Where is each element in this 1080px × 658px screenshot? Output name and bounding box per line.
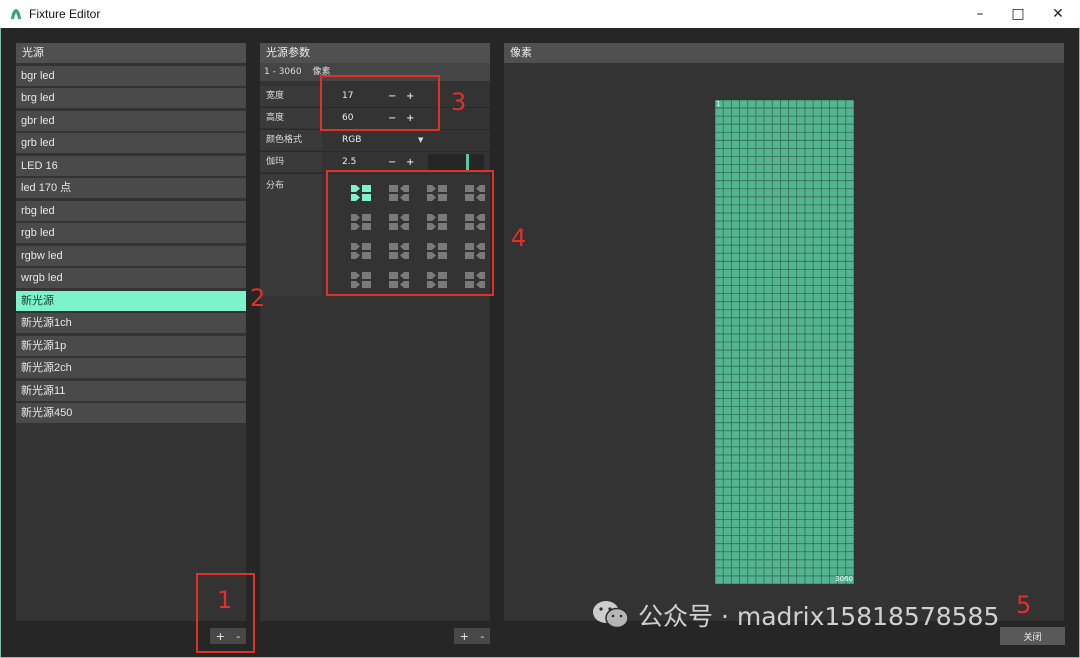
- close-button[interactable]: 关闭: [1000, 627, 1065, 645]
- fixture-list-item[interactable]: 新光源: [16, 290, 246, 311]
- fixture-list-item[interactable]: 新光源11: [16, 380, 246, 401]
- gamma-value[interactable]: 2.5: [342, 157, 356, 167]
- annotation-box-3: [320, 75, 440, 131]
- fixtures-panel: 光源 bgr led brg led gbr led grb led LED 16 led…: [16, 43, 246, 621]
- gamma-row: 伽玛 2.5 − +: [260, 152, 490, 172]
- pixel-range-label: 1 - 3060: [264, 67, 302, 77]
- window-title: Fixture Editor: [29, 7, 101, 21]
- pixels-panel-title: 像素: [504, 43, 1064, 63]
- fixture-list-item[interactable]: LED 16: [16, 155, 246, 176]
- maximize-icon[interactable]: □: [998, 0, 1038, 28]
- fixture-list-item[interactable]: rgbw led: [16, 245, 246, 266]
- fixture-list-item[interactable]: led 170 点: [16, 178, 246, 198]
- annotation-number-2: 2: [250, 284, 266, 312]
- annotation-number-4: 4: [511, 224, 527, 252]
- title-bar: Fixture Editor – □ ✕: [0, 0, 1080, 28]
- distribution-label: 分布: [260, 174, 322, 296]
- fixture-list-item[interactable]: bgr led: [16, 65, 246, 86]
- fixture-list-item[interactable]: wrgb led: [16, 268, 246, 288]
- gamma-label: 伽玛: [260, 152, 322, 172]
- color-format-row: 颜色格式 RGB ▼: [260, 130, 490, 150]
- app-icon: [9, 7, 23, 21]
- color-format-select[interactable]: RGB: [342, 135, 361, 145]
- wechat-icon: [592, 599, 630, 631]
- fixture-list-item[interactable]: gbr led: [16, 110, 246, 131]
- annotation-number-1: 1: [217, 586, 233, 614]
- width-label: 宽度: [260, 86, 322, 106]
- annotation-box-4: [326, 170, 494, 296]
- color-format-label: 颜色格式: [260, 130, 322, 150]
- watermark: 公众号 · madrix15818578585: [592, 597, 999, 633]
- fixture-list-item[interactable]: rgb led: [16, 223, 246, 243]
- annotation-number-5: 5: [1016, 591, 1032, 619]
- fixture-list-item[interactable]: 新光源1p: [16, 335, 246, 356]
- fixture-list: bgr led brg led gbr led grb led LED 16 led 17…: [16, 65, 246, 423]
- pixel-grid-canvas: [715, 100, 854, 584]
- annotation-number-3: 3: [451, 88, 467, 116]
- height-label: 高度: [260, 108, 322, 128]
- fixture-list-item[interactable]: 新光源450: [16, 403, 246, 423]
- fixture-list-item[interactable]: grb led: [16, 133, 246, 153]
- pixel-grid: 1 3060: [715, 100, 854, 584]
- param-add-remove: + -: [454, 628, 490, 644]
- gamma-plus-button[interactable]: +: [406, 157, 414, 168]
- watermark-text: 公众号 · madrix15818578585: [638, 602, 1000, 631]
- fixture-list-item[interactable]: rbg led: [16, 200, 246, 221]
- fixture-list-item[interactable]: 新光源1ch: [16, 313, 246, 333]
- fixture-list-item[interactable]: brg led: [16, 88, 246, 108]
- fixture-list-item[interactable]: 新光源2ch: [16, 358, 246, 378]
- fixtures-panel-title: 光源: [16, 43, 246, 63]
- remove-param-button[interactable]: -: [480, 630, 484, 643]
- params-panel-title: 光源参数: [260, 43, 490, 63]
- pixel-end-label: 3060: [835, 575, 853, 583]
- dropdown-arrow-icon[interactable]: ▼: [418, 136, 423, 144]
- pixels-panel: 像素 1 3060: [504, 43, 1064, 621]
- gamma-minus-button[interactable]: −: [388, 157, 396, 168]
- close-icon[interactable]: ✕: [1038, 0, 1078, 28]
- add-param-button[interactable]: +: [460, 630, 469, 643]
- pixel-start-label: 1: [716, 100, 721, 108]
- minimize-icon[interactable]: –: [960, 0, 1000, 28]
- gamma-preview: [428, 154, 484, 170]
